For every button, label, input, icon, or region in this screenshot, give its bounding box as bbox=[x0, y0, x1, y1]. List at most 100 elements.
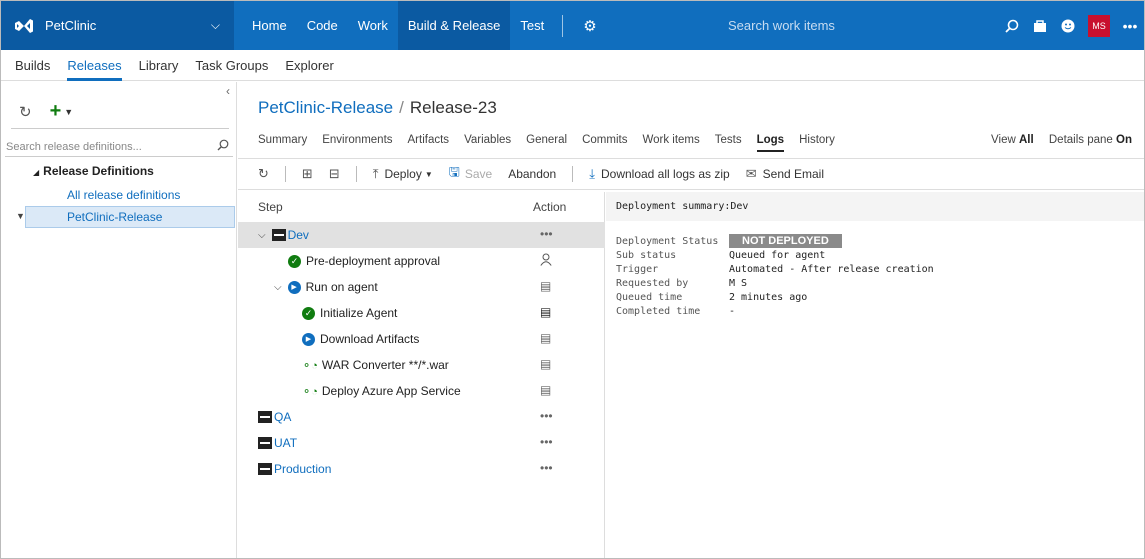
tab-general[interactable]: General bbox=[526, 134, 567, 146]
subnav-explorer[interactable]: Explorer bbox=[285, 50, 333, 81]
pending-task-icon: ⚬◔ bbox=[302, 359, 318, 372]
field-label: Completed time bbox=[616, 306, 701, 317]
divider bbox=[11, 128, 229, 129]
field-label: Deployment Status bbox=[616, 235, 719, 247]
add-icon[interactable]: + bbox=[50, 100, 62, 123]
more-actions-icon[interactable]: ••• bbox=[540, 435, 553, 449]
download-logs-button[interactable]: ⤓ Download all logs as zip bbox=[589, 166, 730, 182]
save-label: Save bbox=[464, 167, 493, 181]
log-file-icon[interactable]: ▤ bbox=[540, 357, 551, 371]
action-column-header: Action bbox=[533, 200, 567, 214]
search-work-items-input[interactable]: Search work items bbox=[712, 1, 912, 50]
nav-divider bbox=[562, 14, 564, 37]
chevron-down-icon: ⌵ bbox=[210, 18, 220, 32]
step-row-run-on-agent[interactable]: ⌵ ▶ Run on agent ▤ bbox=[238, 274, 605, 300]
top-nav: Home Code Work Build & Release Test ⚙ bbox=[234, 1, 609, 50]
tab-variables[interactable]: Variables bbox=[464, 134, 511, 146]
completed-time-row: Completed time - bbox=[616, 306, 735, 317]
chevron-down-icon[interactable]: ⌵ bbox=[274, 282, 282, 293]
view-all-toggle[interactable]: All bbox=[1019, 134, 1034, 146]
project-switcher[interactable]: PetClinic ⌵ bbox=[1, 1, 234, 50]
smiley-feedback-icon[interactable] bbox=[1054, 1, 1082, 50]
subnav-releases[interactable]: Releases bbox=[67, 50, 122, 81]
subnav-library[interactable]: Library bbox=[139, 50, 179, 81]
all-release-definitions-link[interactable]: All release definitions bbox=[67, 188, 180, 202]
toolbar-divider bbox=[355, 166, 357, 182]
tab-environments[interactable]: Environments bbox=[322, 134, 392, 146]
log-file-icon[interactable]: ▤ bbox=[540, 279, 551, 293]
more-actions-icon[interactable]: ••• bbox=[540, 227, 553, 241]
deploy-label: Deploy bbox=[384, 167, 422, 181]
caret-down-icon[interactable]: ▼ bbox=[64, 107, 73, 117]
deploy-button[interactable]: ⤒ Deploy ▼ bbox=[373, 166, 433, 182]
step-row-uat[interactable]: UAT ••• bbox=[238, 430, 605, 456]
save-button[interactable]: 🖫 Save bbox=[449, 163, 492, 185]
field-value: - bbox=[729, 306, 736, 317]
field-value: 2 minutes ago bbox=[729, 292, 808, 303]
chevron-down-icon[interactable]: ⌵ bbox=[258, 230, 266, 241]
abandon-button[interactable]: Abandon bbox=[508, 167, 556, 181]
step-row-deploy-azure[interactable]: ⚬◔ Deploy Azure App Service ▤ bbox=[238, 378, 605, 404]
search-icon[interactable] bbox=[217, 139, 229, 154]
collapse-panel-icon[interactable]: ‹ bbox=[226, 84, 230, 98]
release-definitions-header[interactable]: ◢ Release Definitions bbox=[33, 164, 154, 178]
details-pane-toggle[interactable]: On bbox=[1116, 134, 1132, 146]
approver-person-icon[interactable] bbox=[540, 253, 552, 269]
step-row-production[interactable]: Production ••• bbox=[238, 456, 605, 482]
nav-test[interactable]: Test bbox=[510, 1, 554, 50]
subnav-builds[interactable]: Builds bbox=[15, 50, 50, 81]
nav-build-release[interactable]: Build & Release bbox=[397, 1, 511, 50]
field-label: Queued time bbox=[616, 292, 683, 303]
in-progress-icon: ▶ bbox=[287, 280, 301, 294]
avatar[interactable]: MS bbox=[1088, 14, 1110, 37]
refresh-button[interactable]: ↻ bbox=[258, 166, 269, 182]
tab-tests[interactable]: Tests bbox=[715, 134, 742, 146]
step-row-war-converter[interactable]: ⚬◔ WAR Converter **/*.war ▤ bbox=[238, 352, 605, 378]
refresh-icon[interactable]: ↻ bbox=[19, 103, 32, 121]
search-release-definitions-input[interactable]: Search release definitions... bbox=[5, 137, 233, 157]
step-label: Run on agent bbox=[305, 280, 378, 294]
top-right-icons: MS ••• bbox=[998, 1, 1144, 50]
top-bar: PetClinic ⌵ Home Code Work Build & Relea… bbox=[1, 1, 1144, 50]
more-options-icon[interactable]: ••• bbox=[1116, 1, 1144, 50]
environment-icon bbox=[258, 463, 272, 475]
tab-work-items[interactable]: Work items bbox=[642, 134, 699, 146]
step-label: QA bbox=[274, 410, 292, 424]
log-file-icon[interactable]: ▤ bbox=[540, 305, 551, 319]
trigger-row: Trigger Automated - After release creati… bbox=[616, 264, 934, 275]
nav-code[interactable]: Code bbox=[297, 1, 348, 50]
collapse-all-button[interactable]: ⊟ bbox=[329, 166, 340, 182]
nav-work[interactable]: Work bbox=[348, 1, 398, 50]
steps-panel: Step Action ⌵ Dev ••• ✓ Pre-deployment a… bbox=[238, 192, 605, 558]
log-file-icon[interactable]: ▤ bbox=[540, 383, 551, 397]
breadcrumb-definition-link[interactable]: PetClinic-Release bbox=[258, 98, 393, 117]
tab-commits[interactable]: Commits bbox=[582, 134, 627, 146]
step-row-dev[interactable]: ⌵ Dev ••• bbox=[238, 222, 605, 248]
release-definition-item[interactable]: ▼ PetClinic-Release bbox=[16, 206, 235, 228]
more-actions-icon[interactable]: ••• bbox=[540, 409, 553, 423]
step-row-pre-approval[interactable]: ✓ Pre-deployment approval bbox=[238, 248, 605, 274]
expand-all-button[interactable]: ⊞ bbox=[302, 166, 313, 182]
step-row-initialize-agent[interactable]: ✓ Initialize Agent ▤ bbox=[238, 300, 605, 326]
summary-title: Deployment summary:Dev bbox=[606, 192, 1144, 221]
marketplace-bag-icon[interactable] bbox=[1026, 1, 1054, 50]
send-email-button[interactable]: ✉ Send Email bbox=[746, 166, 824, 182]
step-row-qa[interactable]: QA ••• bbox=[238, 404, 605, 430]
subnav-task-groups[interactable]: Task Groups bbox=[195, 50, 268, 81]
log-file-icon[interactable]: ▤ bbox=[540, 331, 551, 345]
release-definitions-panel: ‹ ↻ + ▼ Search release definitions... ◢ R… bbox=[1, 82, 237, 558]
step-row-download-artifacts[interactable]: ▶ Download Artifacts ▤ bbox=[238, 326, 605, 352]
tab-artifacts[interactable]: Artifacts bbox=[408, 134, 450, 146]
more-actions-icon[interactable]: ••• bbox=[540, 461, 553, 475]
project-name: PetClinic bbox=[45, 18, 97, 33]
tab-history[interactable]: History bbox=[799, 134, 835, 146]
nav-home[interactable]: Home bbox=[242, 1, 297, 50]
caret-down-icon: ▼ bbox=[424, 169, 433, 179]
field-value: Automated - After release creation bbox=[729, 264, 934, 275]
status-badge: NOT DEPLOYED bbox=[729, 234, 842, 248]
tab-summary[interactable]: Summary bbox=[258, 134, 307, 146]
caret-down-icon[interactable]: ▼ bbox=[16, 211, 25, 221]
tab-logs[interactable]: Logs bbox=[756, 134, 785, 152]
search-icon[interactable] bbox=[998, 1, 1026, 50]
gear-icon[interactable]: ⚙ bbox=[571, 17, 608, 35]
